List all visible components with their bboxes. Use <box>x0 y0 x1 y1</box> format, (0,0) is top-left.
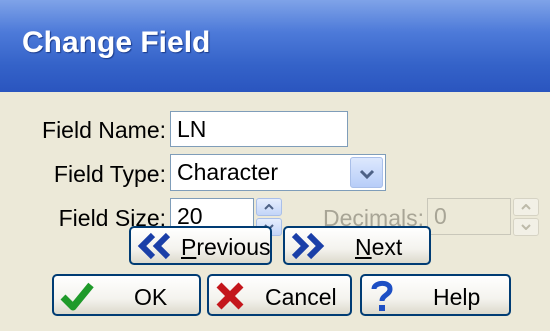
spin-up-icon <box>264 204 274 210</box>
decimals-input[interactable]: 0 <box>427 198 511 235</box>
field-type-dropdown-button[interactable] <box>350 157 383 188</box>
chevron-down-icon <box>359 159 375 186</box>
next-label-rest: ext <box>371 234 403 260</box>
previous-button[interactable]: Previous <box>129 226 272 265</box>
field-type-combo[interactable]: Character <box>170 154 386 191</box>
field-type-label: Field Type: <box>53 161 166 187</box>
spin-up-icon <box>521 204 531 210</box>
help-button[interactable]: Help <box>360 274 511 316</box>
field-size-up-button[interactable] <box>256 198 282 216</box>
double-chevron-left-icon <box>137 232 173 260</box>
next-button[interactable]: Next <box>283 226 431 265</box>
spin-down-icon <box>521 224 531 230</box>
cancel-button[interactable]: Cancel <box>207 274 352 316</box>
field-type-value: Character <box>177 159 278 185</box>
cancel-label: Cancel <box>265 284 337 310</box>
field-name-value: LN <box>177 115 207 142</box>
next-mnemonic: N <box>355 234 372 260</box>
decimals-up-button[interactable] <box>513 198 539 216</box>
question-mark-icon <box>370 279 394 313</box>
double-chevron-right-icon <box>289 232 325 260</box>
field-name-input[interactable]: LN <box>170 111 348 147</box>
help-label: Help <box>433 284 481 310</box>
previous-label: Previous <box>181 234 271 261</box>
ok-label: OK <box>134 284 168 310</box>
next-label: Next <box>355 234 402 261</box>
dialog-title-bar[interactable]: Change Field <box>0 0 550 92</box>
dialog-title: Change Field <box>22 26 211 59</box>
decimals-spinner[interactable] <box>513 197 539 237</box>
x-icon <box>215 281 245 311</box>
decimals-value: 0 <box>434 203 447 229</box>
checkmark-icon <box>60 281 94 311</box>
field-name-label: Field Name: <box>42 117 166 143</box>
ok-button[interactable]: OK <box>52 274 201 316</box>
previous-label-rest: revious <box>196 234 271 260</box>
decimals-down-button[interactable] <box>513 218 539 236</box>
previous-mnemonic: P <box>181 234 197 260</box>
